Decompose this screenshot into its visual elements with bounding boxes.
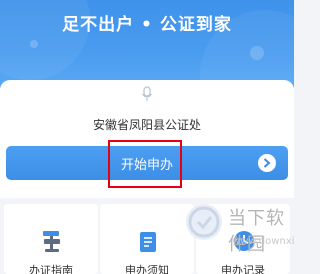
banner-decoration <box>30 40 38 48</box>
header-banner: 足不出户 • 公证到家 <box>0 0 294 140</box>
app-screen: 足不出户 • 公证到家 安徽省凤阳县公证处 开始申办 办证指南 申办须知 申办记… <box>0 0 294 274</box>
banner-slogan: 足不出户 • 公证到家 <box>62 15 232 35</box>
service-label: 办证指南 <box>29 264 73 274</box>
service-tile-guide[interactable]: 办证指南 <box>4 204 98 274</box>
microphone-icon <box>142 86 152 101</box>
service-tile-notice[interactable]: 申办须知 <box>100 204 194 274</box>
office-name: 安徽省凤阳县公证处 <box>92 118 201 132</box>
notice-icon <box>140 232 156 252</box>
service-label: 申办记录 <box>221 264 265 274</box>
arrow-right-icon <box>258 154 276 172</box>
banner-decoration <box>250 46 264 60</box>
service-label: 申办须知 <box>125 264 169 274</box>
site-watermark: 当下软件园 www.downxia.com <box>186 200 294 260</box>
watermark-url: www.downxia.com <box>232 236 294 247</box>
watermark-name: 当下软件园 <box>228 208 285 255</box>
watermark-logo <box>186 204 222 240</box>
guide-icon <box>43 231 60 252</box>
highlight-box <box>108 140 182 188</box>
